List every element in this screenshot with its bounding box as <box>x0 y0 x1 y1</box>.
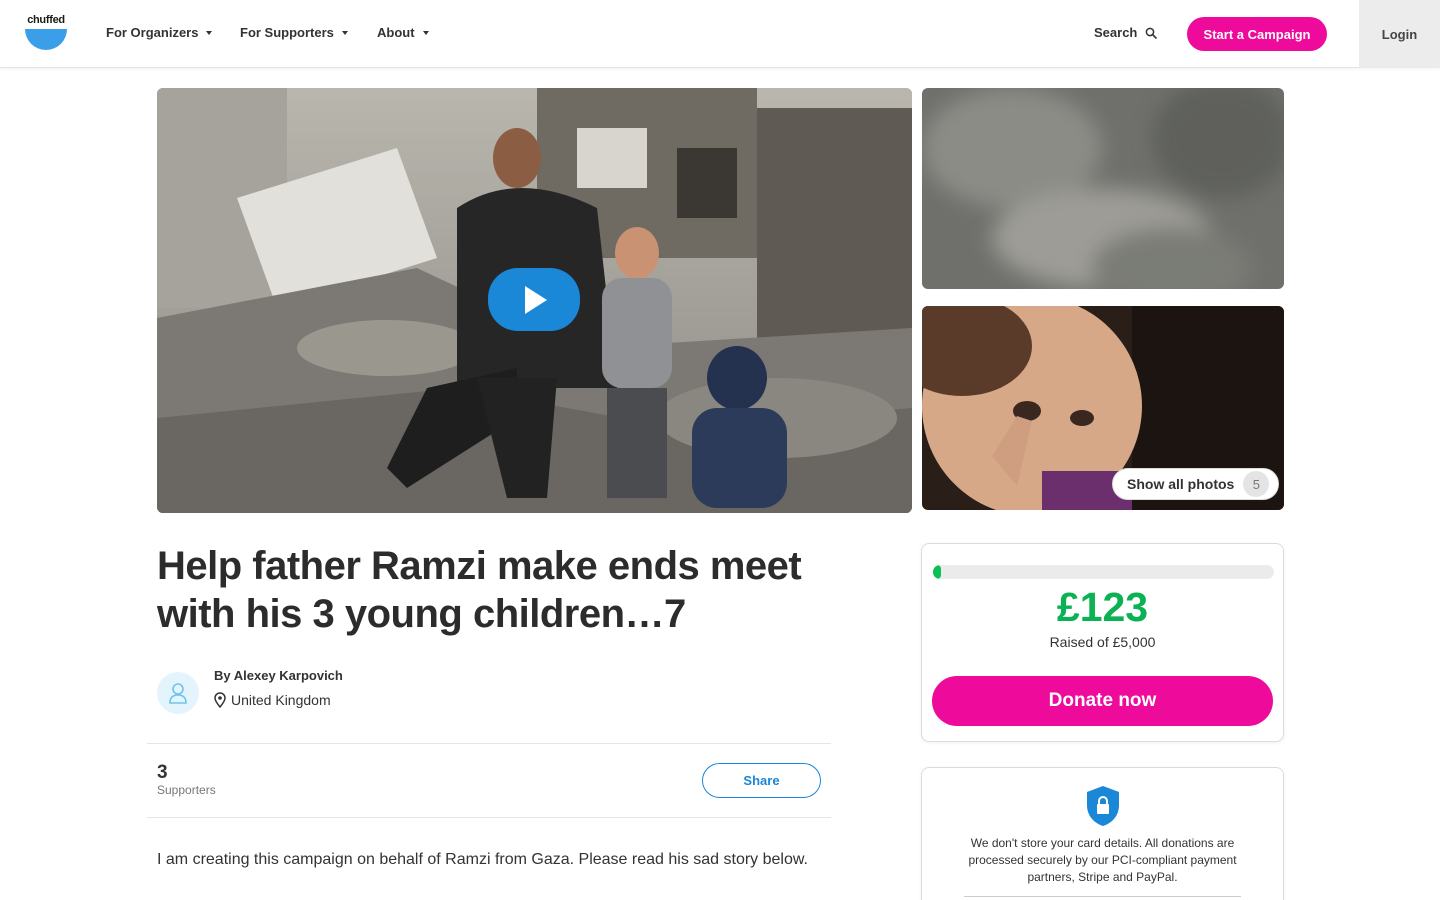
nav-for-supporters[interactable]: For Supporters <box>240 25 348 40</box>
play-video-button[interactable] <box>488 268 580 331</box>
share-button[interactable]: Share <box>702 763 821 798</box>
divider <box>147 817 831 818</box>
search-link[interactable]: Search <box>1094 25 1158 40</box>
start-campaign-button[interactable]: Start a Campaign <box>1187 17 1327 51</box>
login-button[interactable]: Login <box>1359 0 1440 68</box>
raised-of-goal: Raised of £5,000 <box>1049 634 1156 650</box>
nav-label: For Organizers <box>106 25 199 40</box>
secure-payment-card: We don't store your card details. All do… <box>921 767 1284 900</box>
supporters-count: 3 <box>157 762 168 783</box>
logo-bowl-shape <box>25 29 67 50</box>
funding-progress-bar <box>933 565 1274 579</box>
organizer-avatar <box>157 672 199 714</box>
login-label: Login <box>1381 26 1418 42</box>
shield-lock-icon <box>1087 786 1119 826</box>
supporters-label: Supporters <box>157 783 216 797</box>
campaign-title: Help father Ramzi make ends meet with hi… <box>157 544 802 636</box>
logo-wordmark: chuffed <box>27 14 65 26</box>
site-header: chuffed For Organizers For Supporters Ab… <box>0 0 1440 68</box>
funding-progress-fill <box>933 565 942 579</box>
divider <box>964 896 1241 897</box>
donation-card: £123 Raised of £5,000 Donate now <box>921 543 1284 742</box>
nav-for-organizers[interactable]: For Organizers <box>106 25 213 40</box>
nav-about[interactable]: About <box>377 25 429 40</box>
chevron-down-icon <box>341 30 348 35</box>
campaign-photo-thumbnail[interactable] <box>922 88 1284 289</box>
campaign-video[interactable] <box>157 88 912 513</box>
user-icon <box>169 683 187 704</box>
show-all-photos-button[interactable]: Show all photos 5 <box>1112 468 1279 500</box>
donate-now-button[interactable]: Donate now <box>932 676 1273 726</box>
show-all-photos-label: Show all photos <box>1127 476 1235 492</box>
campaign-story: I am creating this campaign on behalf of… <box>157 851 808 868</box>
play-icon <box>525 285 547 314</box>
nav-label: For Supporters <box>240 25 334 40</box>
chevron-down-icon <box>206 30 213 35</box>
nav-label: About <box>377 25 415 40</box>
search-icon <box>1146 27 1158 39</box>
campaign-location: United Kingdom <box>214 692 331 708</box>
location-label: United Kingdom <box>231 692 331 708</box>
chevron-down-icon <box>422 30 429 35</box>
search-label: Search <box>1094 25 1138 40</box>
secure-payment-text: We don't store your card details. All do… <box>968 836 1237 884</box>
photo-count-badge: 5 <box>1243 471 1270 497</box>
divider <box>147 743 831 744</box>
organizer-name[interactable]: By Alexey Karpovich <box>214 668 343 683</box>
chuffed-logo[interactable]: chuffed <box>24 14 68 54</box>
blurred-photo <box>922 88 1284 289</box>
location-pin-icon <box>214 692 226 708</box>
raised-amount: £123 <box>1056 584 1149 630</box>
